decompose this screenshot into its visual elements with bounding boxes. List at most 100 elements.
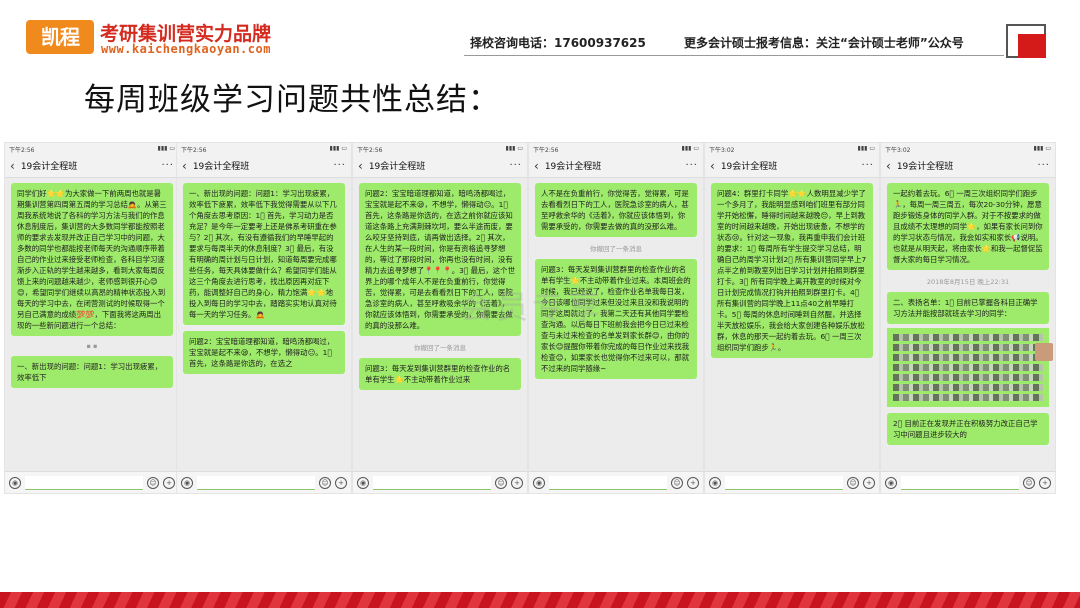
- chat-input-bar: ◉ ☺ +: [5, 471, 179, 493]
- message-bubble[interactable]: 一、新出现的问题：问题1：学习出现疲累，效率低下: [11, 356, 173, 388]
- chat-phone-6: 下午3:02 ▮▮▮ ▭ ‹ 19会计全程班 ··· 一起约着去玩。6⃣ 一周三次组织同学…: [880, 142, 1056, 494]
- more-options-icon[interactable]: ···: [1037, 160, 1050, 171]
- wechat-info-text: 更多会计硕士报考信息：关注“会计硕士老师”公众号: [684, 36, 964, 50]
- system-message[interactable]: 你撤回了一条消息: [535, 243, 697, 253]
- message-bubble[interactable]: 2⃣ 目前正在发现并正在积极努力改正自己学习中问题且进步较大的: [887, 413, 1049, 445]
- voice-icon[interactable]: ◉: [709, 476, 721, 489]
- watermark: 会员专享: [460, 288, 605, 326]
- status-time: 下午3:02: [709, 147, 735, 154]
- chat-phone-1: 下午2:56 ▮▮▮ ▭ ‹ 19会计全程班 ··· 同学们好🌟🌟为大家做一下前两周也就是…: [4, 142, 180, 494]
- chat-navbar: ‹ 19会计全程班 ···: [705, 154, 879, 178]
- signal-battery-icon: ▮▮▮ ▭: [329, 145, 347, 152]
- redacted-names-block: [887, 328, 1049, 407]
- chat-input-bar: ◉ ☺ +: [705, 471, 879, 493]
- plus-icon[interactable]: +: [335, 476, 347, 489]
- voice-icon[interactable]: ◉: [533, 476, 545, 489]
- status-bar: 下午3:02 ▮▮▮ ▭: [881, 143, 1055, 154]
- redacted-row: [893, 374, 1043, 381]
- chat-input-bar: ◉ ☺ +: [881, 471, 1055, 493]
- chat-navbar: ‹ 19会计全程班 ···: [177, 154, 351, 178]
- status-time: 下午3:02: [885, 147, 911, 154]
- more-options-icon[interactable]: ···: [685, 160, 698, 171]
- group-name: 19会计全程班: [544, 162, 602, 172]
- chat-input-bar: ◉ ☺ +: [177, 471, 351, 493]
- emoji-icon[interactable]: ☺: [147, 476, 159, 489]
- header: 凯程 考研集训营实力品牌 www.kaichengkaoyan.com 择校咨询…: [0, 0, 1080, 62]
- message-bubble[interactable]: 人不是在负重前行，你觉得苦，觉得累，可是去看看烈日下的工人，医院急诊室的病人，甚…: [535, 183, 697, 237]
- back-chevron-icon[interactable]: ‹: [886, 159, 891, 173]
- message-bubble[interactable]: 一起约着去玩。6⃣ 一周三次组织同学们跑步🏃，每周一周三周五，每次20-30分钟…: [887, 183, 1049, 270]
- page-title: 每周班级学习问题共性总结：: [84, 82, 500, 118]
- system-message[interactable]: 你撤回了一条消息: [359, 342, 521, 352]
- more-options-icon[interactable]: ···: [333, 160, 346, 171]
- emoji-icon[interactable]: ☺: [1023, 476, 1035, 489]
- system-message[interactable]: ▪ ▪: [11, 342, 173, 350]
- status-bar: 下午3:02 ▮▮▮ ▭: [705, 143, 879, 154]
- emoji-icon[interactable]: ☺: [319, 476, 331, 489]
- chat-navbar: ‹ 19会计全程班 ···: [5, 154, 179, 178]
- plus-icon[interactable]: +: [511, 476, 523, 489]
- group-name: 19会计全程班: [368, 162, 426, 172]
- brand-logo: 凯程: [26, 20, 94, 54]
- chat-messages[interactable]: 同学们好🌟🌟为大家做一下前两周也就是暑期集训营第四周第五周的学习总结🙇。从第三周…: [5, 179, 179, 471]
- redacted-row: [893, 334, 1043, 341]
- message-input[interactable]: [549, 475, 667, 490]
- system-message[interactable]: 2018年8月15日 晚上22:31: [887, 276, 1049, 286]
- chat-input-bar: ◉ ☺ +: [529, 471, 703, 493]
- emoji-icon[interactable]: ☺: [495, 476, 507, 489]
- signal-battery-icon: ▮▮▮ ▭: [857, 145, 875, 152]
- more-options-icon[interactable]: ···: [161, 160, 174, 171]
- plus-icon[interactable]: +: [163, 476, 175, 489]
- avatar[interactable]: [1035, 343, 1053, 361]
- emoji-icon[interactable]: ☺: [847, 476, 859, 489]
- chat-messages[interactable]: 问题4：群里打卡同学🌟🌟人数明显减少学了一个多月了，我能明显感到咱们班里有部分同…: [705, 179, 879, 471]
- message-input[interactable]: [197, 475, 315, 490]
- group-name: 19会计全程班: [20, 162, 78, 172]
- message-bubble[interactable]: 问题2：宝宝暗道理都知道，暗鸣汤都喝过，宝宝就是起不来😪，不想学，懒得动😑。1⃣…: [183, 331, 345, 374]
- message-bubble[interactable]: 同学们好🌟🌟为大家做一下前两周也就是暑期集训营第四周第五周的学习总结🙇。从第三周…: [11, 183, 173, 336]
- signal-battery-icon: ▮▮▮ ▭: [681, 145, 699, 152]
- back-chevron-icon[interactable]: ‹: [710, 159, 715, 173]
- plus-icon[interactable]: +: [1039, 476, 1051, 489]
- header-divider: [464, 55, 1004, 56]
- status-bar: 下午2:56 ▮▮▮ ▭: [177, 143, 351, 154]
- back-chevron-icon[interactable]: ‹: [534, 159, 539, 173]
- message-bubble[interactable]: 问题4：群里打卡同学🌟🌟人数明显减少学了一个多月了，我能明显感到咱们班里有部分同…: [711, 183, 873, 358]
- chat-input-bar: ◉ ☺ +: [353, 471, 527, 493]
- hotline-text: 择校咨询电话：17600937625: [470, 36, 646, 50]
- status-time: 下午2:56: [357, 147, 383, 154]
- back-chevron-icon[interactable]: ‹: [182, 159, 187, 173]
- chat-phone-2: 下午2:56 ▮▮▮ ▭ ‹ 19会计全程班 ··· 一、新出现的问题：问题1：学习出现疲…: [176, 142, 352, 494]
- chat-messages[interactable]: 一起约着去玩。6⃣ 一周三次组织同学们跑步🏃，每周一周三周五，每次20-30分钟…: [881, 179, 1055, 471]
- message-input[interactable]: [25, 475, 143, 490]
- chat-messages[interactable]: 一、新出现的问题：问题1：学习出现疲累，效率低下疲累，效率低下我觉得需要从以下几…: [177, 179, 351, 471]
- signal-battery-icon: ▮▮▮ ▭: [1033, 145, 1051, 152]
- chat-navbar: ‹ 19会计全程班 ···: [881, 154, 1055, 178]
- redacted-row: [893, 354, 1043, 361]
- voice-icon[interactable]: ◉: [357, 476, 369, 489]
- voice-icon[interactable]: ◉: [181, 476, 193, 489]
- back-chevron-icon[interactable]: ‹: [10, 159, 15, 173]
- redacted-row: [893, 344, 1043, 351]
- message-bubble[interactable]: 一、新出现的问题：问题1：学习出现疲累，效率低下疲累，效率低下我觉得需要从以下几…: [183, 183, 345, 325]
- message-bubble[interactable]: 二、表扬名单：1⃣ 目前已掌握各科目正确学习方法并能按部就班去学习的同学：: [887, 292, 1049, 324]
- group-name: 19会计全程班: [720, 162, 778, 172]
- more-options-icon[interactable]: ···: [861, 160, 874, 171]
- emoji-icon[interactable]: ☺: [671, 476, 683, 489]
- corner-red-square-decoration: [1018, 34, 1046, 58]
- redacted-row: [893, 394, 1043, 401]
- status-bar: 下午2:56 ▮▮▮ ▭: [529, 143, 703, 154]
- voice-icon[interactable]: ◉: [885, 476, 897, 489]
- voice-icon[interactable]: ◉: [9, 476, 21, 489]
- message-input[interactable]: [373, 475, 491, 490]
- message-input[interactable]: [725, 475, 843, 490]
- message-input[interactable]: [901, 475, 1019, 490]
- plus-icon[interactable]: +: [863, 476, 875, 489]
- status-time: 下午2:56: [181, 147, 207, 154]
- more-options-icon[interactable]: ···: [509, 160, 522, 171]
- brand-url[interactable]: www.kaichengkaoyan.com: [101, 42, 271, 56]
- back-chevron-icon[interactable]: ‹: [358, 159, 363, 173]
- status-bar: 下午2:56 ▮▮▮ ▭: [5, 143, 179, 154]
- plus-icon[interactable]: +: [687, 476, 699, 489]
- message-bubble[interactable]: 问题3：每天发到集训营群里的检查作业的名单有学生🌟不主动带着作业过来: [359, 358, 521, 390]
